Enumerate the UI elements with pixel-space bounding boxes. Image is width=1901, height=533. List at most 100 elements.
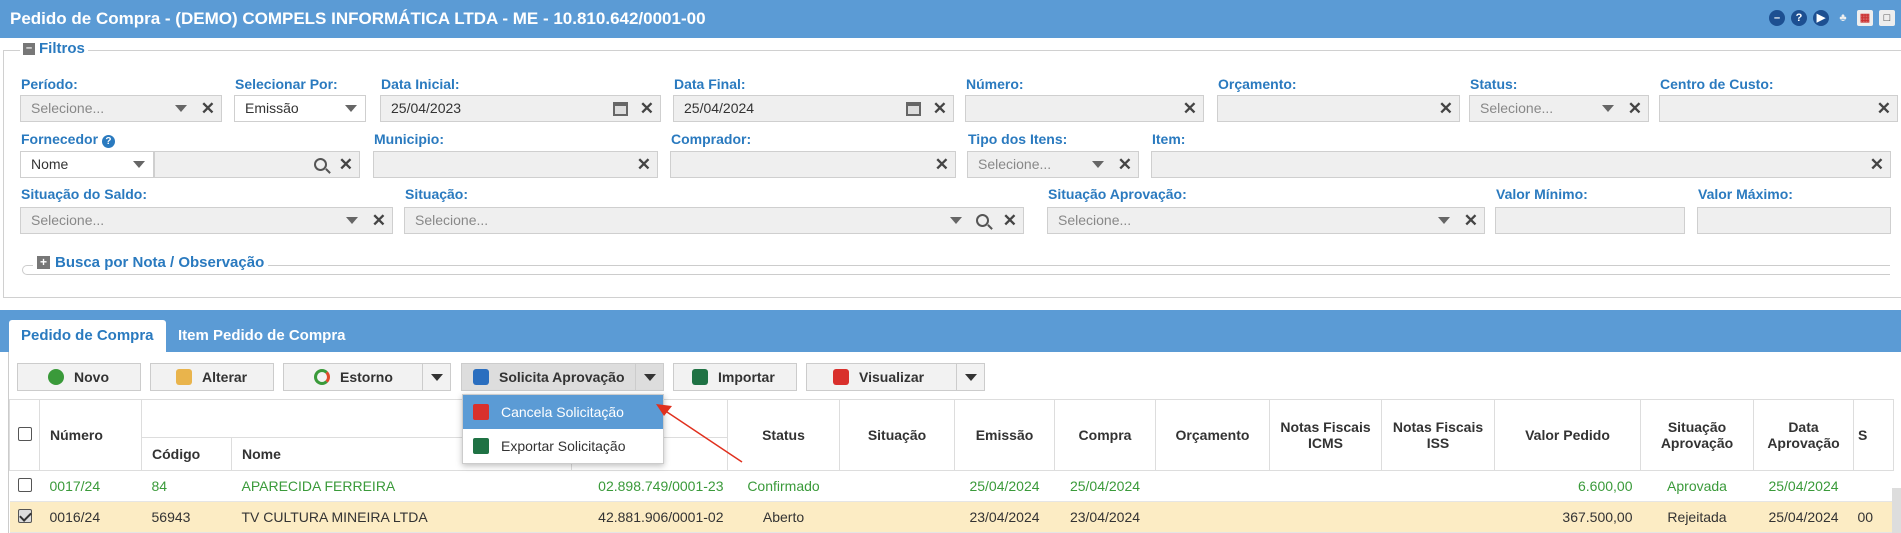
col-numero[interactable]: Número <box>39 399 142 471</box>
clear-icon[interactable]: ✕ <box>637 152 651 177</box>
cell-codigo: 56943 <box>141 501 232 533</box>
busca-label: Busca por Nota / Observação <box>55 254 265 271</box>
chevron-down-icon[interactable] <box>174 105 187 112</box>
estorno-button[interactable]: Estorno <box>283 363 451 391</box>
chevron-down-icon[interactable] <box>1601 105 1614 112</box>
data-final-input[interactable]: 25/04/2024 ✕ <box>673 95 954 122</box>
chevron-down-icon[interactable] <box>345 105 357 112</box>
table-row[interactable]: 0017/24 84 APARECIDA FERREIRA 02.898.749… <box>9 470 1894 502</box>
chevron-down-icon[interactable] <box>345 217 358 224</box>
comprador-label: Comprador: <box>671 131 752 147</box>
col-extra[interactable]: S <box>1853 399 1894 471</box>
situacao-saldo-select[interactable]: Selecione... ✕ <box>20 207 393 234</box>
col-data-aprovacao[interactable]: Data Aprovação <box>1753 399 1854 471</box>
status-select[interactable]: Selecione... ✕ <box>1469 95 1649 122</box>
vertical-scrollbar[interactable] <box>1892 488 1901 533</box>
fornecedor-type-select[interactable]: Nome <box>20 151 154 178</box>
search-icon[interactable] <box>975 214 989 227</box>
row-checkbox-cell[interactable] <box>9 501 40 533</box>
cell-cnpj: 02.898.749/0001-23 <box>571 470 728 502</box>
clear-icon[interactable]: ✕ <box>935 152 949 177</box>
cell-nome: TV CULTURA MINEIRA LTDA <box>231 501 572 533</box>
clear-icon[interactable]: ✕ <box>1870 152 1884 177</box>
row-checkbox[interactable] <box>17 477 32 492</box>
comprador-input[interactable]: ✕ <box>670 151 956 178</box>
filters-legend[interactable]: – Filtros <box>20 40 88 57</box>
chevron-down-icon[interactable] <box>949 217 962 224</box>
clear-icon[interactable]: ✕ <box>1439 96 1453 121</box>
valor-minimo-input[interactable] <box>1495 207 1685 234</box>
bell-icon[interactable]: ♣ <box>1835 10 1851 26</box>
periodo-select[interactable]: Selecione... ✕ <box>20 95 222 122</box>
collapse-icon[interactable]: – <box>23 42 35 55</box>
orcamento-input[interactable]: ✕ <box>1217 95 1460 122</box>
tab-item-pedido-compra[interactable]: Item Pedido de Compra <box>166 320 358 352</box>
col-compra[interactable]: Compra <box>1054 399 1156 471</box>
clear-icon[interactable]: ✕ <box>201 96 215 121</box>
chevron-down-icon[interactable] <box>1437 217 1450 224</box>
visualizar-dropdown[interactable] <box>956 364 984 390</box>
numero-input[interactable]: ✕ <box>965 95 1204 122</box>
col-valor[interactable]: Valor Pedido <box>1494 399 1641 471</box>
select-all-checkbox[interactable] <box>17 426 32 441</box>
col-codigo[interactable]: Código <box>141 437 232 471</box>
table-row[interactable]: 0016/24 56943 TV CULTURA MINEIRA LTDA 42… <box>9 501 1894 533</box>
situacao-aprovacao-select[interactable]: Selecione... ✕ <box>1047 207 1485 234</box>
valor-maximo-input[interactable] <box>1697 207 1891 234</box>
selecionar-por-select[interactable]: Emissão <box>234 95 366 122</box>
clear-icon[interactable]: ✕ <box>933 96 947 121</box>
calendar-icon[interactable] <box>905 101 921 116</box>
centro-custo-label: Centro de Custo: <box>1660 76 1774 92</box>
alterar-button[interactable]: Alterar <box>150 363 274 391</box>
expand-icon[interactable]: + <box>37 256 50 269</box>
clear-icon[interactable]: ✕ <box>1183 96 1197 121</box>
busca-toggle[interactable]: + Busca por Nota / Observação <box>33 254 269 271</box>
col-situacao-aprovacao[interactable]: Situação Aprovação <box>1640 399 1754 471</box>
search-icon[interactable] <box>313 158 327 171</box>
col-nf-icms[interactable]: Notas Fiscais ICMS <box>1269 399 1382 471</box>
col-emissao[interactable]: Emissão <box>954 399 1055 471</box>
municipio-input[interactable]: ✕ <box>373 151 658 178</box>
chevron-down-icon[interactable] <box>1091 161 1104 168</box>
col-orcamento[interactable]: Orçamento <box>1155 399 1270 471</box>
item-input[interactable]: ✕ <box>1151 151 1891 178</box>
valor-minimo-label: Valor Mínimo: <box>1496 186 1588 202</box>
play-icon[interactable]: ▶ <box>1813 10 1829 26</box>
clear-icon[interactable]: ✕ <box>1003 208 1017 233</box>
solicita-aprovacao-button[interactable]: Solicita Aprovação <box>461 363 664 391</box>
help-icon[interactable]: ? <box>101 135 115 148</box>
row-checkbox-cell[interactable] <box>9 470 40 502</box>
tipo-itens-select[interactable]: Selecione... ✕ <box>967 151 1139 178</box>
clear-icon[interactable]: ✕ <box>1118 152 1132 177</box>
tab-pedido-compra[interactable]: Pedido de Compra <box>9 320 166 352</box>
novo-button[interactable]: Novo <box>17 363 141 391</box>
col-nf-iss[interactable]: Notas Fiscais ISS <box>1381 399 1495 471</box>
centro-custo-input[interactable]: ✕ <box>1659 95 1898 122</box>
data-inicial-input[interactable]: 25/04/2023 ✕ <box>380 95 661 122</box>
help-icon[interactable]: ? <box>1791 10 1807 26</box>
clear-icon[interactable]: ✕ <box>640 96 654 121</box>
clear-icon[interactable]: ✕ <box>1464 208 1478 233</box>
menu-item-exportar-solicitacao[interactable]: Exportar Solicitação <box>463 429 663 463</box>
clear-icon[interactable]: ✕ <box>1628 96 1642 121</box>
row-checkbox[interactable] <box>17 508 32 523</box>
fornecedor-input[interactable]: ✕ <box>154 151 360 178</box>
estorno-dropdown[interactable] <box>422 364 450 390</box>
chevron-down-icon[interactable] <box>133 161 145 168</box>
clear-icon[interactable]: ✕ <box>372 208 386 233</box>
clear-icon[interactable]: ✕ <box>339 152 353 177</box>
situacao-select[interactable]: Selecione... ✕ <box>404 207 1024 234</box>
solicita-dropdown[interactable] <box>635 364 663 390</box>
select-all-cell[interactable] <box>9 399 40 471</box>
menu-item-cancela-solicitacao[interactable]: Cancela Solicitação <box>463 395 663 429</box>
clear-icon[interactable]: ✕ <box>1877 96 1891 121</box>
minimize-icon[interactable]: – <box>1769 10 1785 26</box>
cell-numero: 0017/24 <box>39 470 142 502</box>
visualizar-button[interactable]: Visualizar <box>806 363 985 391</box>
cell-cnpj: 42.881.906/0001-02 <box>571 501 728 533</box>
calendar-icon[interactable] <box>612 101 628 116</box>
fullscreen-icon[interactable]: □ <box>1879 10 1895 26</box>
calendar-icon[interactable]: ▦ <box>1857 10 1873 26</box>
col-situacao[interactable]: Situação <box>839 399 955 471</box>
importar-button[interactable]: Importar <box>673 363 797 391</box>
